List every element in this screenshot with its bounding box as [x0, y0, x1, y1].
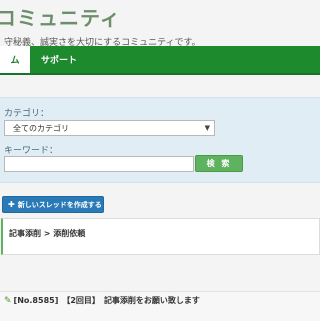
new-thread-button[interactable]: ✚ 新しいスレッドを作成する [2, 196, 104, 213]
plus-icon: ✚ [8, 200, 15, 209]
search-button[interactable]: 検 索 [195, 155, 243, 172]
thread-id: [No.8585] [13, 296, 59, 305]
tab-home[interactable]: ム [0, 46, 30, 73]
keyword-input[interactable] [4, 156, 194, 172]
breadcrumb-box: 記事添削 > 添削依頼 [1, 218, 320, 255]
category-label: カテゴリ： [4, 109, 50, 119]
thread-title-row[interactable]: ✎ [No.8585] 【2回目】 記事添削をお願い致します [4, 295, 200, 306]
keyword-label: キーワード： [4, 146, 59, 156]
pencil-icon: ✎ [4, 295, 12, 306]
site-title[interactable]: コミュニティ [0, 2, 121, 31]
tab-support[interactable]: サポート [41, 46, 77, 73]
thread-title[interactable]: 記事添削をお願い致します [104, 295, 200, 306]
new-thread-label: 新しいスレッドを作成する [17, 200, 102, 209]
chevron-down-icon: ▼ [204, 124, 210, 132]
thread-item[interactable]: ✎ [No.8585] 【2回目】 記事添削をお願い致します [0, 291, 320, 321]
category-select-value: 全てのカテゴリ [13, 123, 69, 133]
thread-round: 【2回目】 [62, 296, 100, 305]
category-select[interactable]: 全てのカテゴリ ▼ [4, 120, 215, 136]
breadcrumb: 記事添削 > 添削依頼 [9, 229, 86, 238]
search-panel: カテゴリ： 全てのカテゴリ ▼ キーワード： 検 索 [0, 97, 320, 183]
main-nav: ム サポート [0, 46, 320, 75]
